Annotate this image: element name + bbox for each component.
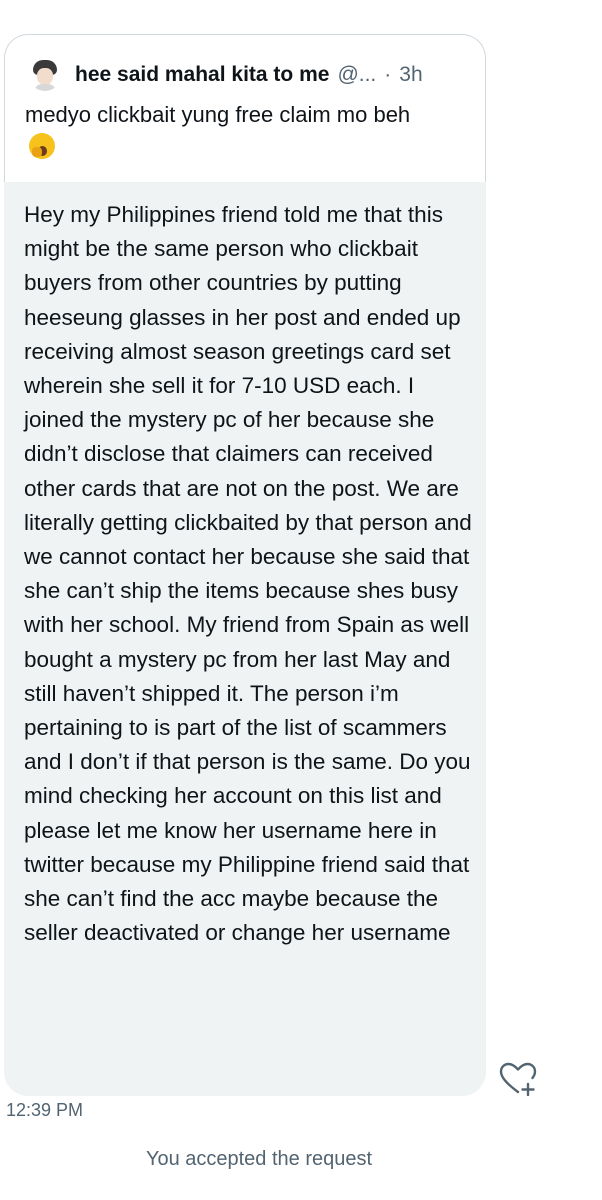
heart-plus-icon[interactable] [498,1062,538,1097]
yawning-face-emoji-icon [29,133,55,159]
quoted-tweet-time: 3h [399,63,423,86]
message-timestamp: 12:39 PM [6,1100,84,1120]
quoted-tweet-author-name: hee said mahal kita to me [75,63,330,86]
quoted-tweet-text: medyo clickbait yung free claim mo beh [25,102,411,127]
quoted-tweet-author-handle: @... [337,63,377,86]
quoted-tweet-card[interactable]: hee said mahal kita to me @... · 3h medy… [4,34,486,182]
avatar[interactable] [29,59,61,91]
dm-message-group: hee said mahal kita to me @... · 3h medy… [4,34,486,1096]
request-status: You accepted the request [145,1148,373,1170]
message-bubble[interactable]: Hey my Philippines friend told me that t… [4,182,486,1096]
message-text: Hey my Philippines friend told me that t… [24,202,472,946]
quoted-tweet-text-block: medyo clickbait yung free claim mo beh [25,99,445,163]
quoted-tweet-header: hee said mahal kita to me @... · 3h [25,57,467,93]
separator-dot: · [384,63,392,86]
